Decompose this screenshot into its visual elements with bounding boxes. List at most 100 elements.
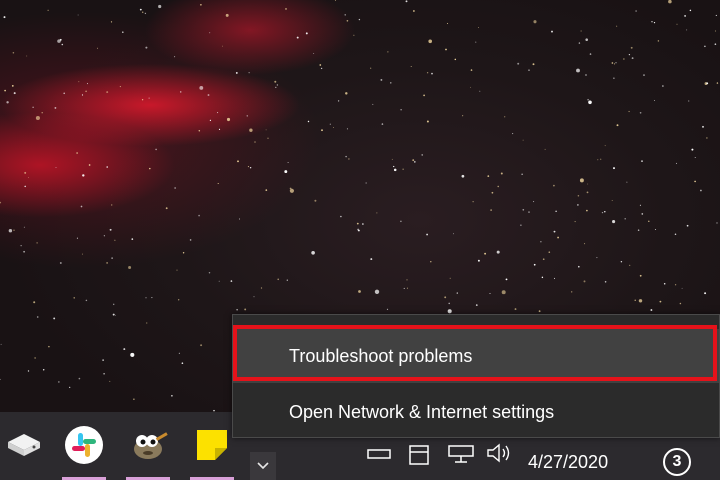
star [11,85,14,87]
star [77,14,79,16]
star [380,78,383,81]
star [554,277,555,279]
star [362,223,364,225]
menu-item-open-network-settings[interactable]: Open Network & Internet settings [233,385,719,439]
star [63,92,65,95]
star [577,204,579,206]
taskbar-app-slack[interactable] [60,415,108,480]
star [426,233,429,236]
star [406,287,408,289]
star [253,296,255,298]
star [200,3,202,6]
star [689,9,692,12]
tray-date[interactable]: 4/27/2020 [528,452,628,478]
star [587,183,589,185]
star [24,185,26,188]
star [110,21,113,23]
star [88,164,91,166]
star [58,381,60,383]
star [638,299,643,303]
star [0,343,2,345]
gimp-icon [134,432,168,459]
star [541,276,544,279]
star [53,317,56,320]
star [48,345,50,348]
tray-volume[interactable] [484,436,514,470]
star [54,106,57,109]
star [639,274,642,277]
star [577,195,580,197]
star [334,0,336,1]
star [574,221,576,223]
star [557,236,560,239]
sticky-notes-icon [197,430,227,460]
star [475,304,478,306]
star [80,205,83,208]
star [585,74,587,76]
star [393,168,397,172]
star [613,77,615,79]
star [454,58,457,61]
star [305,32,308,35]
star [97,47,98,49]
star [601,211,604,214]
star [648,220,650,223]
star [679,302,682,305]
show-hidden-icons-button[interactable] [250,452,276,480]
star [588,100,592,105]
star [276,84,279,86]
star [533,20,537,24]
star [551,30,553,33]
star [85,90,87,93]
star [13,92,16,95]
star [686,29,688,31]
network-context-menu: Troubleshoot problems Open Network & Int… [232,314,720,438]
star [587,98,589,101]
star [472,201,474,203]
star [426,120,429,123]
star [198,130,201,132]
star [715,14,717,16]
star [684,14,687,17]
star [691,148,694,151]
star [387,51,389,53]
star [42,369,45,371]
star [704,292,707,295]
star [668,0,672,4]
star [528,211,530,213]
star [200,344,203,347]
star [663,282,666,285]
star [654,229,656,230]
star [553,184,555,187]
star [353,34,355,36]
tray-network[interactable] [406,436,432,470]
star [386,308,389,311]
taskbar-app-drive[interactable] [0,415,48,475]
star [182,252,185,254]
star [641,213,644,215]
star [358,18,361,21]
star [122,31,124,33]
star [254,141,256,143]
tray-battery[interactable] [366,436,392,464]
notification-center-button[interactable]: 3 [663,448,691,476]
star [548,251,551,254]
star [522,139,524,141]
star [461,174,465,178]
star [4,89,6,92]
star [247,166,249,168]
tray-monitor[interactable] [446,436,476,470]
star [112,313,115,316]
star [604,145,606,147]
star [571,291,573,293]
star [615,62,617,64]
star [470,69,473,71]
star [230,280,233,282]
star [634,299,636,301]
menu-item-troubleshoot-problems[interactable]: Troubleshoot problems [233,329,719,383]
star [611,200,613,201]
star [512,133,514,135]
taskbar-app-sticky-notes[interactable] [188,415,236,480]
taskbar-app-gimp[interactable] [124,415,172,480]
star [403,287,405,289]
